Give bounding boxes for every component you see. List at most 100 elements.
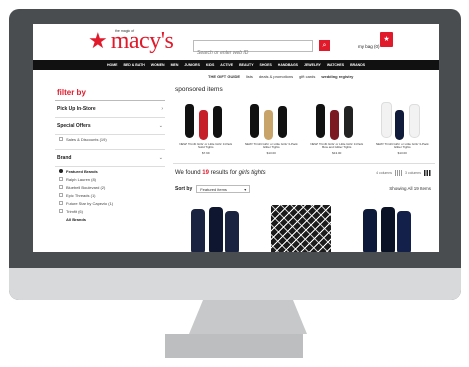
product-card[interactable]: NEW! Trimfit Girls' or Little Girls' 3-P… — [375, 98, 429, 160]
chevron-right-icon: › — [161, 106, 163, 112]
deals-link[interactable]: deals & promotions — [259, 74, 293, 79]
product-card[interactable]: NEW! Trimfit Girls' or Little Girls' 3-P… — [179, 98, 233, 160]
all-brands-label: All Brands — [66, 216, 87, 222]
tights-leg — [212, 106, 222, 138]
product-image[interactable] — [244, 98, 298, 142]
brand-option[interactable]: Future Star by Capezio (1) — [55, 199, 165, 207]
brand-filter[interactable]: Brand ⌄ — [55, 149, 165, 167]
results-mid: results for — [208, 170, 239, 176]
product-image[interactable] — [310, 98, 364, 142]
three-columns-label[interactable]: 3 columns — [405, 171, 421, 175]
product-price: $13.00 — [397, 150, 407, 155]
radio-unselected[interactable] — [59, 217, 63, 221]
showing-count: Showing All 19 Items — [389, 186, 431, 191]
nav-item-active[interactable]: ACTIVE — [220, 63, 233, 67]
brand-option-label: Trimfit (6) — [66, 208, 83, 214]
nav-item-home[interactable]: HOME — [107, 63, 118, 67]
sales-discounts-option[interactable]: Sales & Discounts (19) — [55, 135, 165, 143]
checkbox[interactable] — [59, 193, 63, 197]
brand-option-label: Ralph Lauren (8) — [66, 176, 97, 182]
lists-link[interactable]: lists — [246, 74, 253, 79]
wedding-registry-link[interactable]: wedding registry — [321, 74, 353, 79]
product-image[interactable] — [375, 98, 429, 142]
four-column-grid-icon[interactable] — [395, 170, 403, 176]
product-price: $7.99 — [201, 150, 210, 155]
tights-leg — [264, 110, 274, 140]
shopping-bag-icon[interactable]: ★ — [380, 32, 393, 47]
bag-link[interactable]: my bag (0) — [358, 44, 380, 49]
four-columns-label[interactable]: 4 columns — [376, 171, 392, 175]
nav-item-watches[interactable]: WATCHES — [327, 63, 344, 67]
results-count: 19 — [202, 170, 209, 176]
tights-leg — [184, 104, 194, 138]
brand-option[interactable]: Epic Threads (1) — [55, 191, 165, 199]
brand-option[interactable]: Ralph Lauren (8) — [55, 175, 165, 183]
checkbox[interactable] — [59, 177, 63, 181]
macys-logo[interactable]: ★ the magic of macy's — [88, 28, 174, 53]
product-image[interactable] — [185, 205, 245, 252]
special-offers-filter[interactable]: Special Offers ⌄ — [55, 118, 165, 135]
pickup-in-store-filter[interactable]: Pick Up In-Store › — [55, 101, 165, 118]
tights-leg — [363, 209, 377, 252]
product-price: $13.00 — [332, 150, 342, 155]
nav-item-kids[interactable]: KIDS — [206, 63, 214, 67]
nav-item-women[interactable]: WOMEN — [151, 63, 165, 67]
product-card[interactable]: NEW! Trimfit Girls' or Little Girls' 3-P… — [244, 98, 298, 160]
nav-item-shoes[interactable]: SHOES — [260, 63, 272, 67]
checkbox[interactable] — [59, 137, 63, 141]
all-brands-option[interactable]: All Brands — [55, 215, 165, 223]
sponsored-heading: sponsored items — [175, 86, 223, 93]
brand-option-label: Bluebell Boulevard (2) — [66, 184, 106, 190]
results-summary: We found 19 results for girls tights — [175, 170, 266, 176]
product-name[interactable]: NEW! Trimfit Girls' or Little Girls' 3-P… — [179, 142, 233, 150]
monitor-stand — [189, 300, 307, 334]
nav-item-handbags[interactable]: HANDBAGS — [278, 63, 298, 67]
gift-cards-link[interactable]: gift cards — [299, 74, 315, 79]
brand-label: Brand — [57, 155, 72, 161]
checkbox[interactable] — [59, 209, 63, 213]
section-divider — [173, 163, 435, 164]
column-toggle: 4 columns 3 columns — [376, 170, 431, 176]
brand-option[interactable]: Bluebell Boulevard (2) — [55, 183, 165, 191]
gift-guide-link[interactable]: THE GIFT GUIDE — [208, 74, 240, 79]
product-name[interactable]: NEW! Trimfit Girls' or Little Girls' 3-P… — [310, 142, 364, 150]
product-name[interactable]: NEW! Trimfit Girls' or Little Girls' 3-P… — [375, 142, 429, 150]
brand-option-label: Epic Threads (1) — [66, 192, 96, 198]
sort-select[interactable]: Featured items ▾ — [196, 185, 251, 193]
product-card[interactable]: NEW! Trimfit Girls' or Little Girls' 3-P… — [310, 98, 364, 160]
checkbox[interactable] — [59, 201, 63, 205]
nav-item-bed-bath[interactable]: BED & BATH — [123, 63, 144, 67]
product-image[interactable] — [357, 205, 417, 252]
tights-leg — [315, 104, 325, 138]
nav-item-men[interactable]: MEN — [171, 63, 179, 67]
tights-leg — [381, 207, 395, 252]
tights-leg — [395, 110, 405, 140]
radio-selected[interactable] — [59, 169, 63, 173]
checkbox[interactable] — [59, 185, 63, 189]
logo-tagline: the magic of — [115, 29, 135, 33]
three-column-grid-icon[interactable] — [424, 170, 431, 176]
nav-item-brands[interactable]: BRANDS — [350, 63, 365, 67]
results-prefix: We found — [175, 170, 203, 176]
tights-leg — [343, 106, 353, 138]
sub-nav: THE GIFT GUIDE lists deals & promotions … — [208, 73, 353, 80]
brand-option[interactable]: Trimfit (6) — [55, 207, 165, 215]
product-name[interactable]: NEW! Trimfit Girls' or Little Girls' 3-P… — [244, 142, 298, 150]
tights-leg — [381, 102, 393, 138]
star-icon: ★ — [88, 28, 108, 53]
nav-item-beauty[interactable]: BEAUTY — [239, 63, 253, 67]
tights-leg — [198, 110, 208, 140]
chevron-down-icon: ⌄ — [158, 123, 163, 129]
search-input[interactable] — [194, 48, 312, 58]
sort-row: Sort by Featured items ▾ — [175, 185, 251, 193]
chevron-down-icon: ⌄ — [158, 155, 163, 161]
sort-label: Sort by — [175, 186, 193, 192]
featured-brands-option[interactable]: Featured Brands — [55, 167, 165, 175]
nav-item-juniors[interactable]: JUNIORS — [184, 63, 200, 67]
product-image[interactable] — [271, 205, 331, 252]
search-button[interactable]: ⌕ — [319, 40, 330, 51]
nav-item-jewelry[interactable]: JEWELRY — [304, 63, 321, 67]
search-box — [193, 40, 313, 58]
monitor-base — [165, 334, 303, 358]
product-image[interactable] — [179, 98, 233, 142]
